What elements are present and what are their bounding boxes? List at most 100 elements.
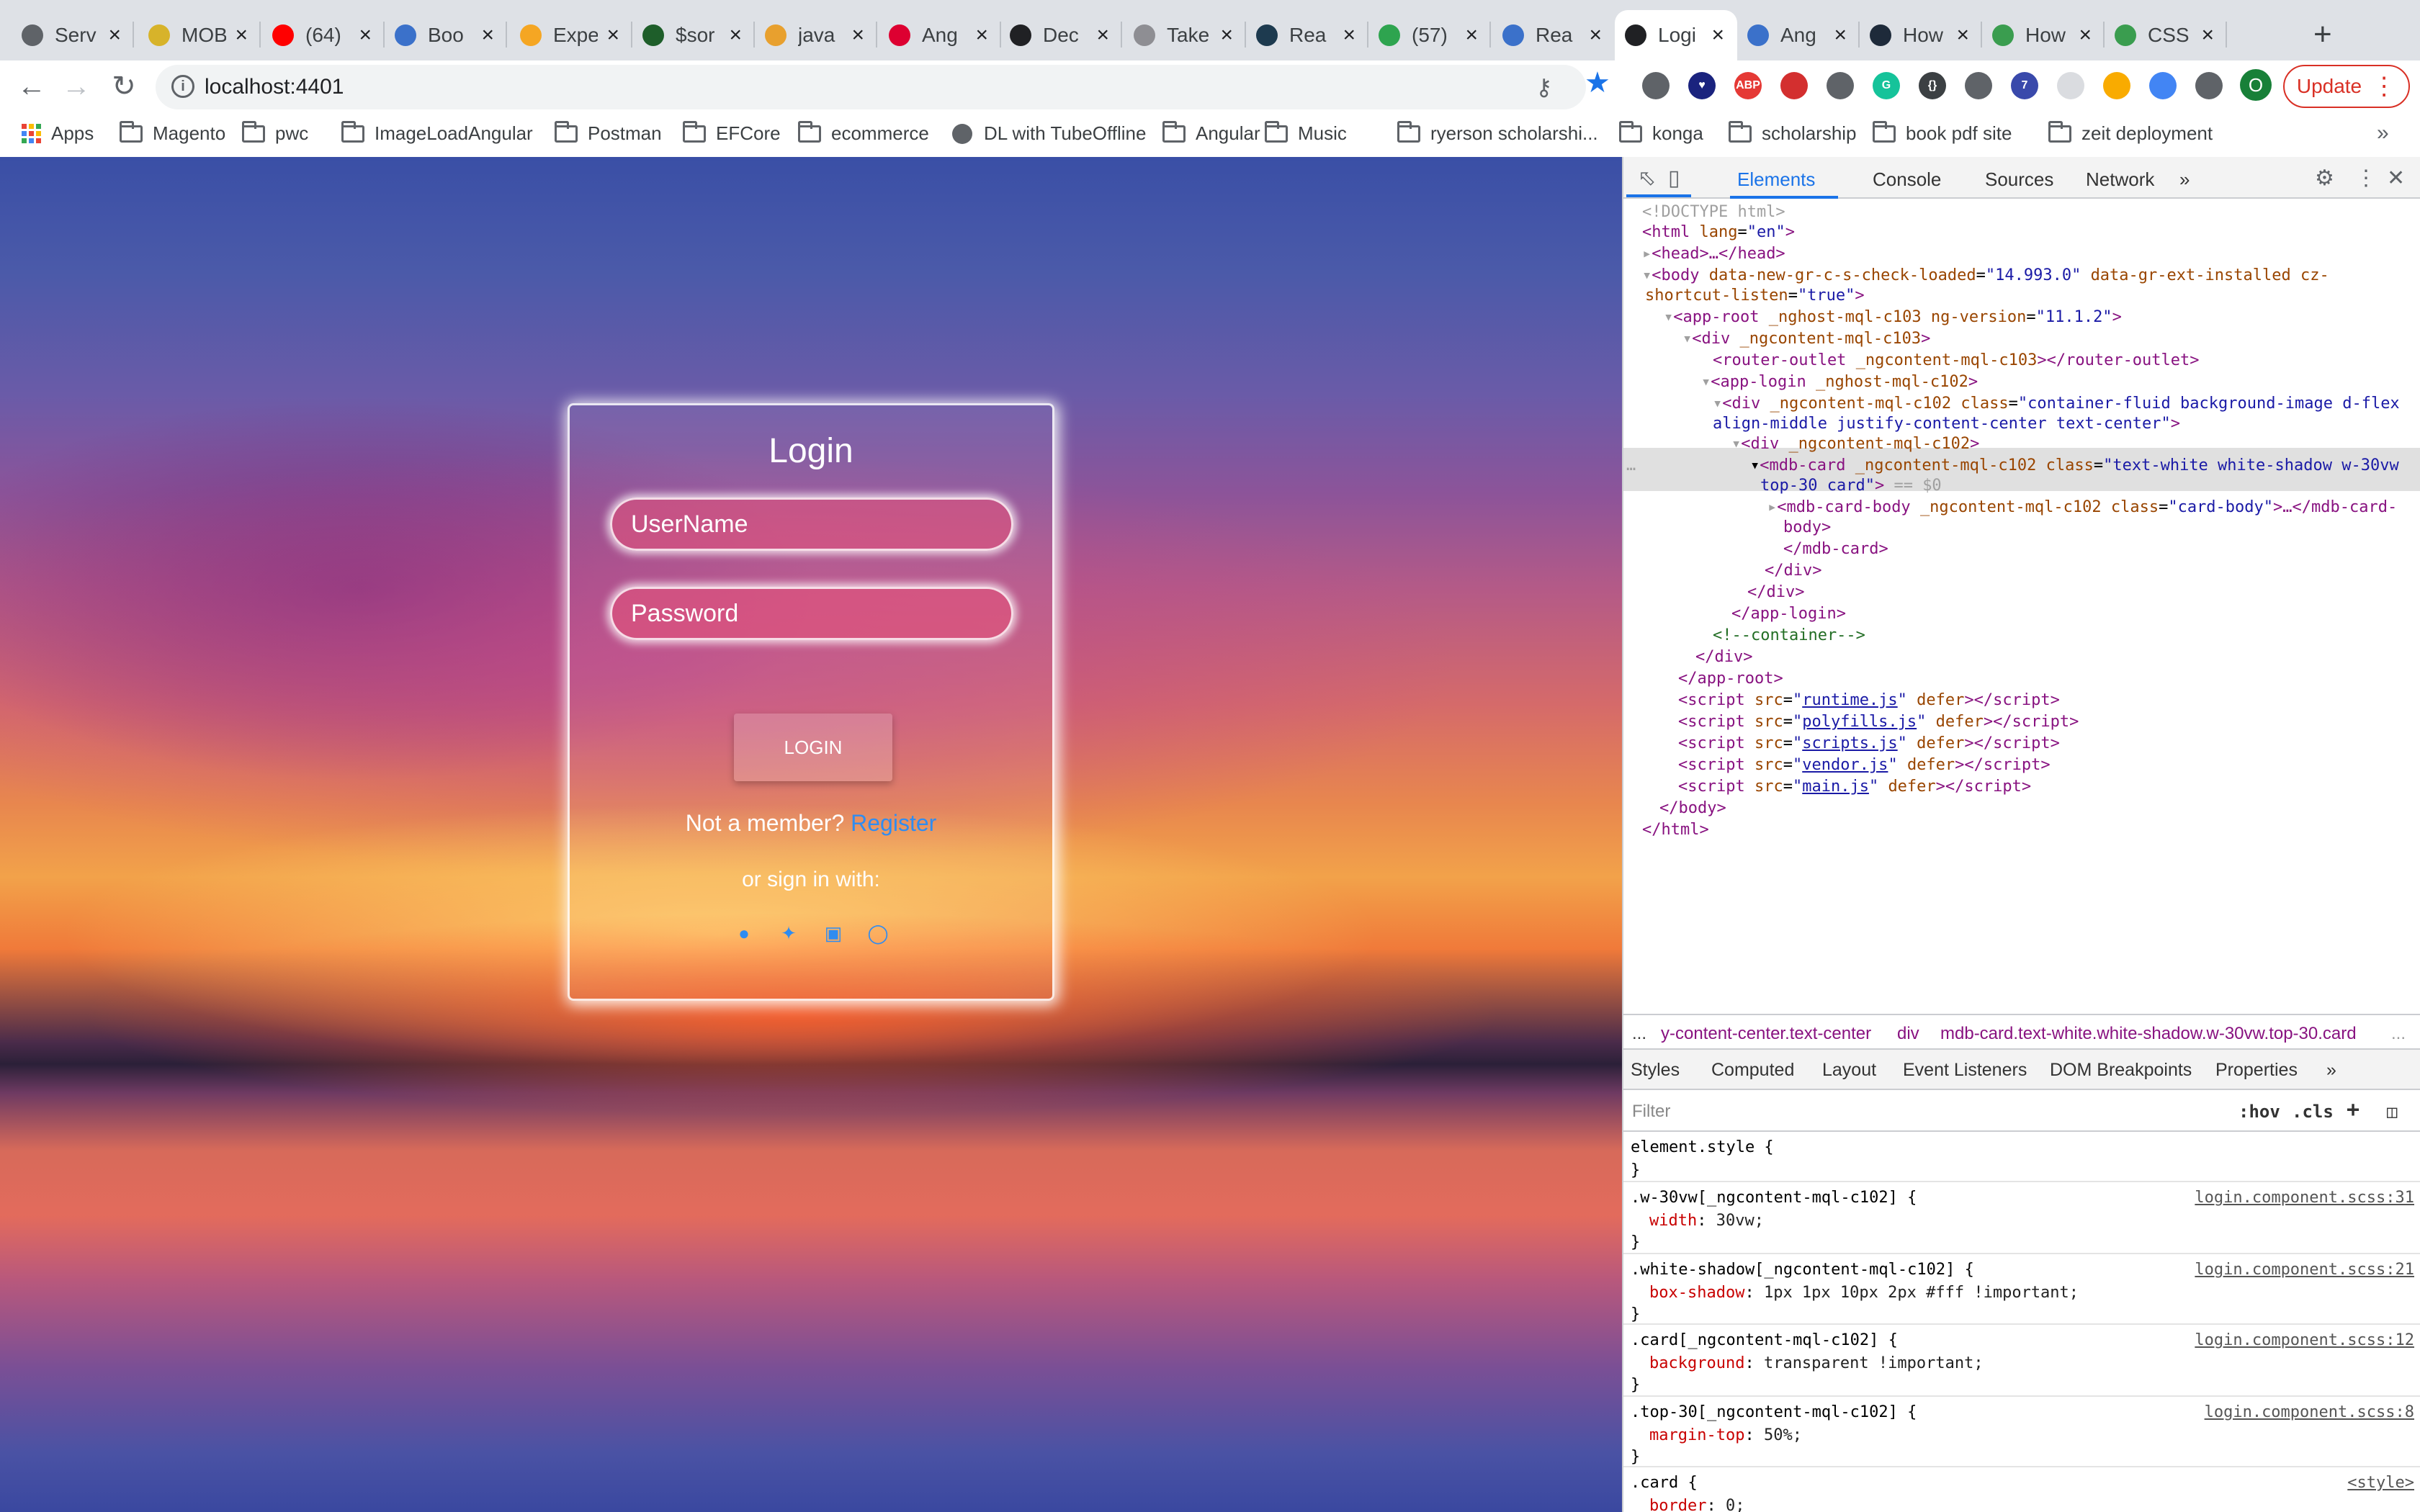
css-value[interactable]: 50%; [1764, 1426, 1802, 1444]
style-rule[interactable]: .card[_ngcontent-mql-c102] { login.compon… [1623, 1326, 2420, 1397]
rule-selector[interactable]: .card { [1631, 1472, 1698, 1495]
tab-item[interactable]: $sor × [632, 10, 755, 60]
add-rule-icon[interactable]: + [2347, 1097, 2360, 1122]
dom-div-close[interactable]: </div> [1765, 560, 1821, 582]
bookmark-folder[interactable]: zeit deployment [2048, 120, 2213, 145]
close-icon[interactable]: ✕ [2387, 166, 2405, 191]
bookmark-folder[interactable]: EFCore [683, 120, 781, 145]
address-bar[interactable]: i localhost:4401 ⚷ [156, 65, 1586, 109]
class-toggle[interactable]: .cls [2292, 1102, 2334, 1122]
tab-item[interactable]: Rea × [1492, 10, 1615, 60]
css-value[interactable]: 30vw; [1716, 1212, 1764, 1230]
device-toolbar-icon[interactable]: ▯ [1668, 166, 1680, 191]
github-icon[interactable]: ◯ [867, 922, 889, 944]
bookmark-folder[interactable]: ecommerce [798, 120, 929, 145]
extension-icon[interactable] [2057, 72, 2084, 99]
more-options-icon[interactable]: ⋮ [2355, 166, 2377, 191]
dom-script[interactable]: <script src="vendor.js" defer></script> [1678, 755, 2051, 776]
dom-mdb-card-close[interactable]: </mdb-card> [1783, 539, 1888, 560]
tab-computed[interactable]: Computed [1711, 1060, 1794, 1081]
tab-item[interactable]: CSS × [2105, 10, 2227, 60]
sidebar-toggle-icon[interactable]: ◫ [2387, 1102, 2397, 1122]
bookmark-folder[interactable]: book pdf site [1873, 120, 2012, 145]
eyedropper-icon[interactable] [1827, 72, 1854, 99]
rule-declaration[interactable]: margin-top: 50%; [1649, 1424, 1802, 1447]
dom-html[interactable]: <html lang="en"> [1642, 222, 1795, 243]
dom-script[interactable]: <script src="polyfills.js" defer></scrip… [1678, 711, 2079, 733]
username-input[interactable]: UserName [610, 498, 1013, 551]
bookmarks-overflow-icon[interactable]: » [2377, 121, 2389, 145]
rule-source-link[interactable]: login.component.scss:12 [2195, 1329, 2414, 1352]
style-rule[interactable]: .w-30vw[_ngcontent-mql-c102] { login.comp… [1623, 1184, 2420, 1254]
facebook-icon[interactable]: ● [733, 922, 755, 944]
rule-source-link[interactable]: <style> [2347, 1472, 2414, 1495]
dom-script[interactable]: <script src="main.js" defer></script> [1678, 776, 2031, 798]
css-value[interactable]: 1px 1px 10px 2px #fff !important; [1764, 1284, 2079, 1302]
bookmark-star-icon[interactable]: ★ [1585, 66, 1610, 99]
tab-item[interactable]: How × [1860, 10, 1982, 60]
close-tab-icon[interactable]: × [851, 23, 864, 48]
breadcrumb-item[interactable]: mdb-card.text-white.white-shadow.w-30vw.… [1940, 1024, 2357, 1044]
linkedin-icon[interactable]: ▣ [823, 922, 844, 944]
dom-html-close[interactable]: </html> [1642, 819, 1709, 841]
tab-item[interactable]: java × [755, 10, 877, 60]
close-tab-icon[interactable]: × [975, 23, 988, 48]
close-tab-icon[interactable]: × [1589, 23, 1602, 48]
inspect-element-icon[interactable]: ⬁ [1638, 166, 1656, 191]
rule-declaration[interactable]: width: 30vw; [1649, 1210, 1764, 1233]
close-tab-icon[interactable]: × [2079, 23, 2092, 48]
css-property[interactable]: box-shadow [1649, 1284, 1744, 1302]
dom-script[interactable]: <script src="scripts.js" defer></script> [1678, 733, 2060, 755]
breadcrumb-item[interactable]: div [1897, 1024, 1919, 1044]
css-value[interactable]: transparent !important; [1764, 1354, 1984, 1372]
tab-item[interactable]: Rea × [1246, 10, 1368, 60]
close-tab-icon[interactable]: × [1711, 23, 1724, 48]
more-tabs-icon[interactable]: » [2179, 168, 2190, 191]
tab-item[interactable]: How × [1982, 10, 2105, 60]
style-rule[interactable]: element.style {} [1623, 1133, 2420, 1182]
key-icon[interactable]: ⚷ [1536, 73, 1552, 101]
close-tab-icon[interactable]: × [1956, 23, 1969, 48]
rule-selector[interactable]: .w-30vw[_ngcontent-mql-c102] { [1631, 1187, 1917, 1210]
rule-selector[interactable]: .white-shadow[_ngcontent-mql-c102] { [1631, 1259, 1974, 1282]
close-tab-icon[interactable]: × [481, 23, 494, 48]
grammarly-icon[interactable]: G [1873, 72, 1900, 99]
css-property[interactable]: border [1649, 1497, 1706, 1512]
tab-item[interactable]: Ang × [879, 10, 1001, 60]
more-tabs-icon[interactable]: » [2326, 1060, 2336, 1081]
tab-item[interactable]: Dec × [1000, 10, 1122, 60]
dom-card-body[interactable]: ▸<mdb-card-body _ngcontent-mql-c102 clas… [1767, 497, 2397, 518]
register-link[interactable]: Register [851, 810, 936, 836]
tab-item[interactable]: Take × [1124, 10, 1246, 60]
rule-source-link[interactable]: login.component.scss:31 [2195, 1187, 2414, 1210]
dom-div-close[interactable]: </div> [1695, 647, 1752, 668]
tab-item[interactable]: Serv × [12, 10, 134, 60]
rule-selector[interactable]: .top-30[_ngcontent-mql-c102] { [1631, 1401, 1917, 1424]
rule-declaration[interactable]: border: 0; [1649, 1495, 1744, 1512]
rule-selector[interactable]: .card[_ngcontent-mql-c102] { [1631, 1329, 1898, 1352]
tab-elements[interactable]: Elements [1737, 168, 1815, 191]
password-input[interactable]: Password [610, 587, 1013, 640]
breadcrumb-more[interactable]: ... [1632, 1024, 1646, 1044]
settings-gear-icon[interactable]: ⚙ [2315, 166, 2334, 191]
rule-declaration[interactable]: background: transparent !important; [1649, 1352, 1984, 1375]
css-value[interactable]: 0; [1726, 1497, 1745, 1512]
bookmark-folder[interactable]: DL with TubeOffline [952, 122, 1146, 145]
tab-item[interactable]: Boo × [385, 10, 507, 60]
dom-body-close[interactable]: </body> [1659, 798, 1726, 819]
tab-sources[interactable]: Sources [1985, 168, 2053, 191]
dom-body[interactable]: ▾<body data-new-gr-c-s-check-loaded="14.… [1642, 265, 2329, 287]
tab-layout[interactable]: Layout [1822, 1060, 1876, 1081]
tab-properties[interactable]: Properties [2215, 1060, 2298, 1081]
rule-source-link[interactable]: login.component.scss:21 [2195, 1259, 2414, 1282]
bookmark-apps[interactable]: Apps [22, 122, 94, 145]
login-button[interactable]: LOGIN [734, 714, 892, 781]
tab-console[interactable]: Console [1873, 168, 1941, 191]
dom-mdb-card[interactable]: ▾<mdb-card _ngcontent-mql-c102 class="te… [1750, 455, 2399, 477]
dom-div-container[interactable]: ▾<div _ngcontent-mql-c102 class="contain… [1713, 393, 2400, 415]
pocket-icon[interactable] [1965, 72, 1992, 99]
filter-input[interactable]: Filter [1632, 1102, 1670, 1122]
bookmark-folder[interactable]: Postman [555, 120, 662, 145]
dom-comment[interactable]: <!--container--> [1713, 625, 1865, 647]
tab-item[interactable]: Ang × [1737, 10, 1860, 60]
